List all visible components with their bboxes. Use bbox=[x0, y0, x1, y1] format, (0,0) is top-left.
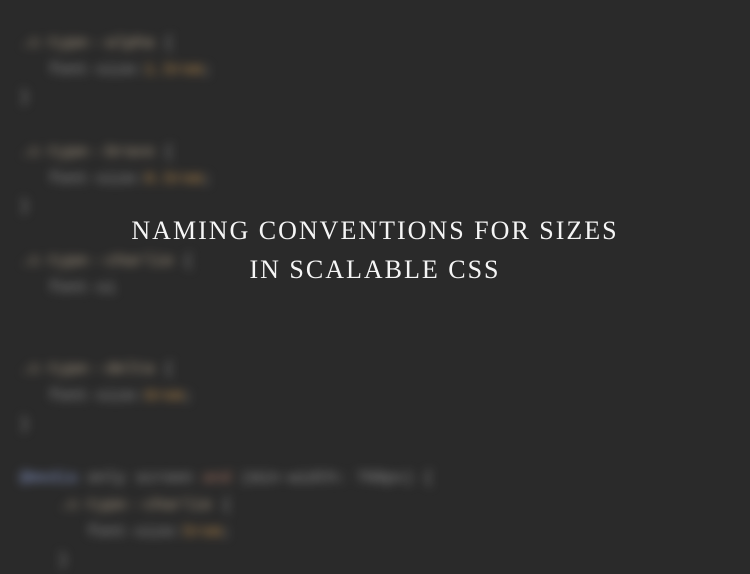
value: 1.5rem bbox=[145, 61, 203, 79]
property: font-size bbox=[87, 523, 173, 541]
property: font-size bbox=[49, 61, 135, 79]
selector: .c-type--alpha bbox=[20, 34, 154, 52]
selector: .c-type--bravo bbox=[20, 143, 154, 161]
title-overlay: NAMING CONVENTIONS FOR SIZES IN SCALABLE… bbox=[38, 211, 713, 289]
selector: .c-type--delta bbox=[20, 360, 154, 378]
property: font-size bbox=[49, 170, 135, 188]
property: font-size bbox=[49, 387, 135, 405]
value: 0.5rem bbox=[145, 170, 203, 188]
value: 5rem bbox=[183, 523, 221, 541]
title-line-2: IN SCALABLE CSS bbox=[38, 250, 713, 289]
media-screen: only screen bbox=[87, 469, 193, 487]
selector: .c-type--charlie bbox=[58, 496, 212, 514]
media-condition: (min-width: 768px) bbox=[241, 469, 414, 487]
media-and: and bbox=[202, 469, 231, 487]
value: 6rem bbox=[145, 387, 183, 405]
media-keyword: @media bbox=[20, 469, 78, 487]
title-line-1: NAMING CONVENTIONS FOR SIZES bbox=[38, 211, 713, 250]
